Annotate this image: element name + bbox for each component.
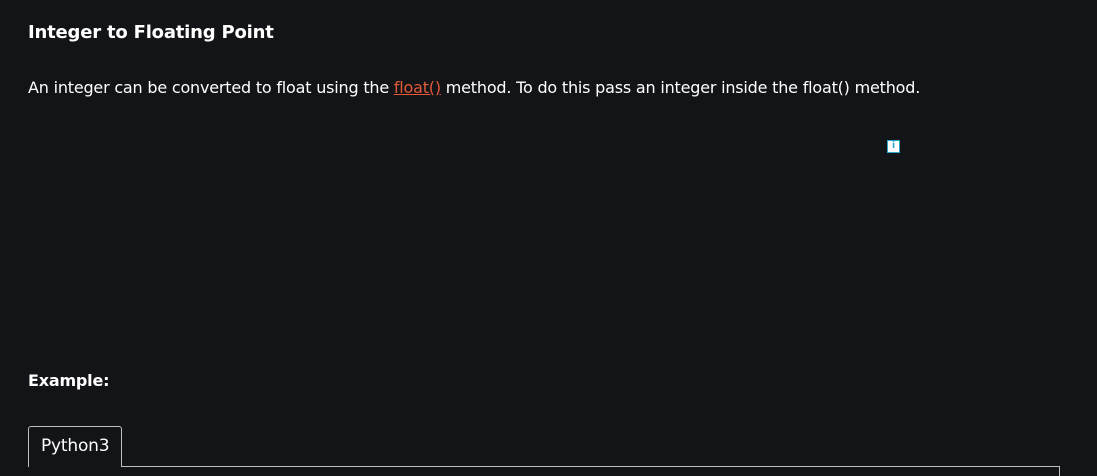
tab-python3[interactable]: Python3 [28, 426, 122, 467]
paragraph-text-before: An integer can be converted to float usi… [28, 78, 394, 97]
ad-slot [28, 130, 908, 350]
section-heading: Integer to Floating Point [28, 22, 274, 43]
example-label: Example: [28, 371, 110, 390]
code-panel [28, 466, 1060, 476]
paragraph-text-after: method. To do this pass an integer insid… [440, 78, 921, 97]
article-page: Integer to Floating Point An integer can… [0, 0, 1097, 476]
section-paragraph: An integer can be converted to float usi… [28, 78, 920, 97]
float-method-link[interactable]: float() [394, 78, 441, 97]
ad-info-icon[interactable]: i [887, 140, 900, 153]
